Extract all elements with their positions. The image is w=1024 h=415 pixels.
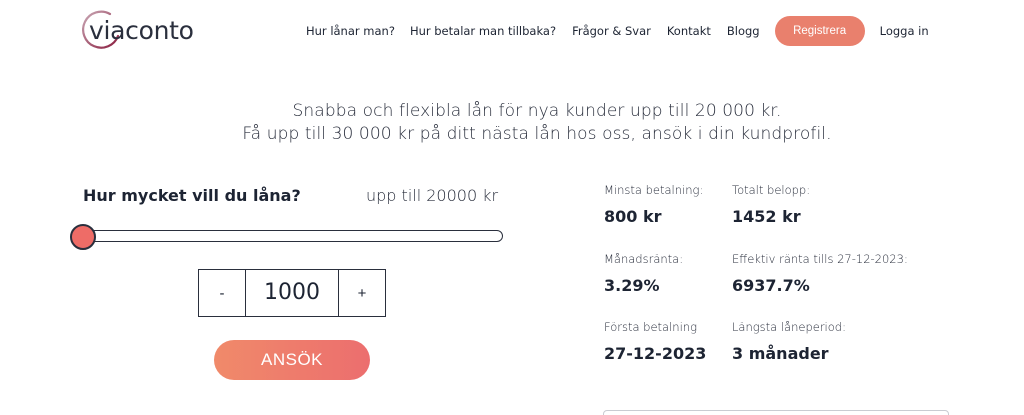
first-payment-value: 27-12-2023 bbox=[604, 344, 707, 363]
effective-rate-value: 6937.7% bbox=[732, 276, 810, 295]
min-payment-value: 800 kr bbox=[604, 207, 662, 226]
max-amount-label: upp till 20000 kr bbox=[366, 186, 499, 205]
tagline: Snabba och flexibla lån för nya kunder u… bbox=[0, 100, 1024, 146]
nav-blog[interactable]: Blogg bbox=[727, 24, 760, 38]
amount-input[interactable] bbox=[245, 270, 339, 316]
effective-rate-label: Effektiv ränta tills 27-12-2023: bbox=[732, 252, 908, 266]
lower-panel-edge bbox=[603, 410, 949, 415]
logo[interactable]: viaconto bbox=[82, 8, 194, 52]
min-payment-label: Minsta betalning: bbox=[604, 183, 704, 197]
apply-button[interactable]: ANSÖK bbox=[214, 340, 370, 380]
amount-slider-thumb[interactable] bbox=[70, 224, 96, 250]
longest-period-value: 3 månader bbox=[732, 344, 829, 363]
nav-contact[interactable]: Kontakt bbox=[667, 24, 711, 38]
decrease-button[interactable]: - bbox=[199, 270, 245, 316]
main-nav: Hur lånar man? Hur betalar man tillbaka?… bbox=[306, 16, 929, 46]
register-button[interactable]: Registrera bbox=[774, 16, 865, 46]
tagline-line-1: Snabba och flexibla lån för nya kunder u… bbox=[292, 101, 782, 121]
monthly-rate-label: Månadsränta: bbox=[604, 252, 684, 266]
amount-stepper: - + bbox=[198, 269, 386, 317]
first-payment-label: Första betalning bbox=[604, 320, 697, 334]
total-amount-label: Totalt belopp: bbox=[732, 183, 811, 197]
amount-slider-track[interactable] bbox=[75, 230, 503, 242]
increase-button[interactable]: + bbox=[339, 270, 385, 316]
nav-how-to-borrow[interactable]: Hur lånar man? bbox=[306, 24, 395, 38]
amount-question: Hur mycket vill du låna? bbox=[83, 186, 301, 205]
logo-text: viaconto bbox=[89, 15, 194, 45]
monthly-rate-value: 3.29% bbox=[604, 276, 660, 295]
total-amount-value: 1452 kr bbox=[732, 207, 801, 226]
tagline-line-2: Få upp till 30 000 kr på ditt nästa lån … bbox=[242, 124, 832, 144]
longest-period-label: Längsta låneperiod: bbox=[732, 320, 846, 334]
nav-how-to-repay[interactable]: Hur betalar man tillbaka? bbox=[410, 24, 556, 38]
nav-faq[interactable]: Frågor & Svar bbox=[572, 24, 651, 38]
login-link[interactable]: Logga in bbox=[880, 24, 929, 38]
